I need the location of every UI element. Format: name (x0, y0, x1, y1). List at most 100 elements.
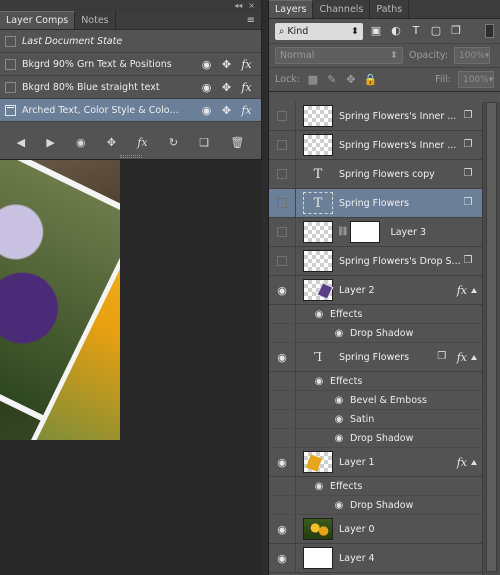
prev-comp-icon[interactable]: ◀ (17, 136, 25, 149)
visibility-toggle[interactable] (269, 160, 296, 188)
delete-comp-icon[interactable]: 🗑 (230, 136, 244, 149)
fx-icon[interactable]: fx (457, 284, 467, 297)
panel-menu-icon[interactable]: ≡ (247, 15, 255, 26)
filter-toggle-switch[interactable] (485, 24, 494, 38)
visibility-icon[interactable]: ◉ (200, 81, 213, 94)
layer-comp-row[interactable]: Bkgrd 80% Blue straight text ◉ ✥ fx (0, 76, 261, 99)
effect-visibility-icon[interactable]: ◉ (332, 328, 346, 339)
fill-input[interactable]: 100% ▾ (458, 71, 494, 88)
layer-name[interactable]: Layer 0 (339, 524, 483, 535)
visibility-icon[interactable]: ◉ (200, 104, 213, 117)
collapse-effects-icon[interactable] (471, 354, 477, 360)
panel-resize-grip[interactable] (120, 155, 142, 158)
lock-position-icon[interactable]: ✥ (345, 73, 357, 86)
comp-apply-checkbox[interactable] (5, 104, 16, 116)
layer-name[interactable]: Layer 2 (339, 285, 457, 296)
collapse-panel-icon[interactable]: ◂◂ (234, 1, 242, 10)
appearance-icon[interactable]: fx (240, 58, 253, 71)
effects-heading-row[interactable]: ◉ Effects (269, 305, 483, 324)
lock-all-icon[interactable]: 🔒 (364, 73, 378, 86)
layer-row[interactable]: ◉ Layer 1 fx (269, 448, 483, 477)
effects-heading-row[interactable]: ◉ Effects (269, 372, 483, 391)
layer-name[interactable]: Layer 1 (339, 457, 457, 468)
effect-row[interactable]: ◉ Drop Shadow (269, 429, 483, 448)
effect-visibility-icon[interactable]: ◉ (312, 376, 326, 387)
lock-image-pixels-icon[interactable]: ✎ (326, 73, 338, 86)
lock-transparent-pixels-icon[interactable]: ▩ (307, 73, 319, 86)
visibility-eye-icon[interactable]: ◉ (269, 544, 296, 572)
visibility-eye-icon[interactable]: ◉ (269, 448, 296, 476)
collapse-effects-icon[interactable] (471, 459, 477, 465)
fx-icon[interactable]: fx (457, 456, 467, 469)
layer-row[interactable]: Spring Flowers's Drop S... ❐ (269, 247, 483, 276)
close-panel-icon[interactable]: × (248, 1, 255, 10)
layer-name[interactable]: Spring Flowers (339, 352, 435, 363)
layer-name[interactable]: Spring Flowers (339, 198, 461, 209)
effect-row[interactable]: ◉ Drop Shadow (269, 496, 483, 515)
layer-row[interactable]: ◉ Layer 2 fx (269, 276, 483, 305)
tab-layers[interactable]: Layers (269, 0, 314, 18)
comp-apply-checkbox[interactable] (5, 58, 16, 70)
position-icon[interactable]: ✥ (220, 104, 233, 117)
layer-row[interactable]: Spring Flowers's Inner ... ❐ (269, 102, 483, 131)
layer-row[interactable]: ◉ Layer 4 (269, 544, 483, 573)
effect-visibility-icon[interactable]: ◉ (332, 414, 346, 425)
layers-scrollbar[interactable] (482, 102, 500, 575)
comp-apply-checkbox[interactable] (5, 81, 16, 93)
tab-notes[interactable]: Notes (75, 11, 116, 29)
visibility-eye-icon[interactable]: ◉ (269, 276, 296, 304)
layer-comp-row[interactable]: Last Document State (0, 30, 261, 53)
new-comp-icon[interactable]: ❏ (199, 136, 209, 149)
tab-layer-comps[interactable]: Layer Comps (0, 11, 76, 29)
shape-filter-icon[interactable]: ▢ (429, 24, 443, 38)
blend-mode-select[interactable]: Normal ⬍ (275, 47, 403, 64)
layer-name[interactable]: Spring Flowers's Inner ... (339, 140, 461, 151)
update-comp-icon[interactable]: ↻ (169, 136, 178, 149)
update-visibility-icon[interactable]: ◉ (76, 136, 86, 149)
effect-visibility-icon[interactable]: ◉ (332, 395, 346, 406)
type-filter-icon[interactable]: T (409, 24, 423, 38)
update-position-icon[interactable]: ✥ (107, 136, 116, 149)
effects-heading-row[interactable]: ◉ Effects (269, 477, 483, 496)
layer-row[interactable]: ◉ Layer 0 (269, 515, 483, 544)
layer-name[interactable]: Layer 4 (339, 553, 483, 564)
tab-paths[interactable]: Paths (370, 0, 410, 18)
tab-channels[interactable]: Channels (313, 0, 371, 18)
visibility-toggle[interactable] (269, 247, 296, 275)
position-icon[interactable]: ✥ (220, 58, 233, 71)
kind-filter-select[interactable]: ⌕ Kind ⬍ (275, 22, 363, 40)
layer-row[interactable]: ◉ Ꞁ Spring Flowers ❐ fx (269, 343, 483, 372)
layer-row[interactable]: Spring Flowers's Inner ... ❐ (269, 131, 483, 160)
layer-comp-row[interactable]: Bkgrd 90% Grn Text & Positions ◉ ✥ fx (0, 53, 261, 76)
fx-icon[interactable]: fx (457, 351, 467, 364)
smart-object-filter-icon[interactable]: ❐ (449, 24, 463, 38)
visibility-eye-icon[interactable]: ◉ (269, 343, 296, 371)
effect-visibility-icon[interactable]: ◉ (312, 309, 326, 320)
next-comp-icon[interactable]: ▶ (46, 136, 54, 149)
layer-name[interactable]: Spring Flowers's Inner ... (339, 111, 461, 122)
update-appearance-icon[interactable]: fx (137, 136, 147, 149)
effect-visibility-icon[interactable]: ◉ (332, 433, 346, 444)
position-icon[interactable]: ✥ (220, 81, 233, 94)
comp-apply-checkbox[interactable] (5, 35, 16, 47)
image-filter-icon[interactable]: ▣ (369, 24, 383, 38)
effect-row[interactable]: ◉ Drop Shadow (269, 324, 483, 343)
appearance-icon[interactable]: fx (240, 81, 253, 94)
effect-visibility-icon[interactable]: ◉ (312, 481, 326, 492)
layer-row[interactable]: T Spring Flowers ❐ (269, 189, 483, 218)
layer-row[interactable]: ⛓ Layer 3 (269, 218, 483, 247)
layer-name[interactable]: Spring Flowers's Drop S... (339, 256, 461, 267)
layer-mask-thumbnail[interactable] (350, 221, 381, 243)
visibility-eye-icon[interactable]: ◉ (269, 515, 296, 543)
adjustment-filter-icon[interactable]: ◐ (389, 24, 403, 38)
layer-name[interactable]: Layer 3 (390, 227, 483, 238)
collapse-effects-icon[interactable] (471, 287, 477, 293)
effect-visibility-icon[interactable]: ◉ (332, 500, 346, 511)
visibility-toggle[interactable] (269, 189, 296, 217)
visibility-toggle[interactable] (269, 131, 296, 159)
layer-comp-row[interactable]: Arched Text, Color Style & Colo... ◉ ✥ fx (0, 99, 261, 122)
effect-row[interactable]: ◉ Bevel & Emboss (269, 391, 483, 410)
visibility-icon[interactable]: ◉ (200, 58, 213, 71)
scrollbar-thumb[interactable] (486, 102, 497, 572)
appearance-icon[interactable]: fx (240, 104, 253, 117)
